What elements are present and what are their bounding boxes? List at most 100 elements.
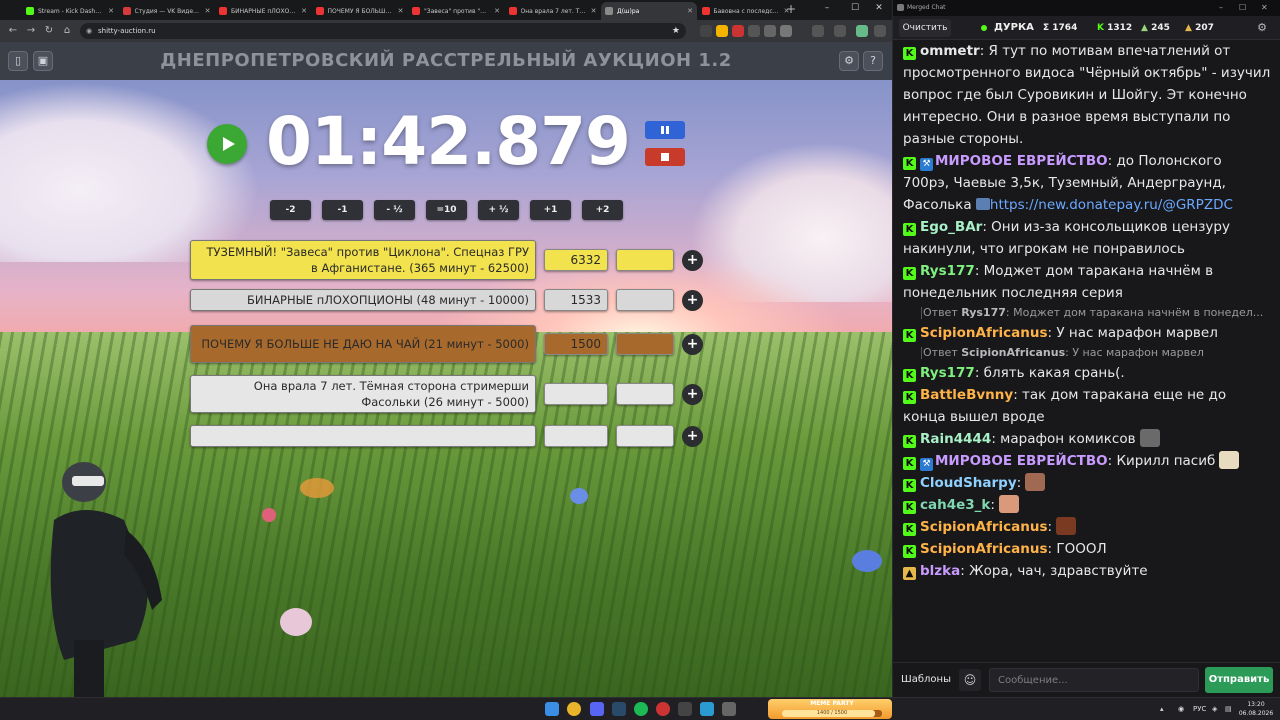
chat-link[interactable]: https://new.donatepay.ru/@GRPZDC xyxy=(990,197,1233,213)
extension-icon[interactable] xyxy=(748,25,760,37)
browser-tab[interactable]: Stream - Kick Dashbo... ✕ xyxy=(22,2,118,20)
tab-close-icon[interactable]: ✕ xyxy=(301,7,307,15)
browser-tab[interactable]: БИНАРНЫЕ пЛОХОП... ✕ xyxy=(215,2,311,20)
lot-add-button[interactable]: + xyxy=(682,333,703,355)
browser-tab[interactable]: Бавовна с последств... ✕ xyxy=(698,2,794,20)
telegram-taskbar-icon[interactable] xyxy=(700,702,714,716)
lot-amount-field[interactable]: 6332 xyxy=(544,249,608,271)
time-step-button[interactable]: =10 xyxy=(426,200,467,220)
chat-username[interactable]: blzka xyxy=(920,563,960,579)
browser-menu-icon[interactable] xyxy=(874,25,886,37)
browser-tab[interactable]: Она врала 7 лет. Тём... ✕ xyxy=(505,2,601,20)
forward-icon[interactable]: → xyxy=(24,24,38,38)
tab-close-icon[interactable]: ✕ xyxy=(398,7,404,15)
lot-amount-field[interactable] xyxy=(544,383,608,405)
browser-tab[interactable]: Д(ш)ра ✕ xyxy=(601,2,697,20)
chat-username[interactable]: Ego_BAr xyxy=(920,219,982,235)
lot-name-field[interactable] xyxy=(190,425,536,447)
lot-amount-field[interactable] xyxy=(544,425,608,447)
chrome-taskbar-icon[interactable] xyxy=(567,702,581,716)
time-step-button[interactable]: +2 xyxy=(582,200,623,220)
download-icon[interactable] xyxy=(812,25,824,37)
tray-chevron-icon[interactable]: ▴ xyxy=(1160,698,1164,720)
lot-name-field[interactable]: ПОЧЕМУ Я БОЛЬШЕ НЕ ДАЮ НА ЧАЙ (21 минут … xyxy=(190,325,536,363)
lot-name-field[interactable]: БИНАРНЫЕ пЛОХОПЦИОНЫ (48 минут - 10000) xyxy=(190,289,536,311)
chat-username[interactable]: ScipionAfricanus xyxy=(920,325,1048,341)
extension-icon[interactable] xyxy=(732,25,744,37)
tab-close-icon[interactable]: ✕ xyxy=(205,7,211,15)
app-taskbar-icon[interactable] xyxy=(722,702,736,716)
reply-username[interactable]: ScipionAfricanus xyxy=(961,346,1065,359)
lot-add-button[interactable]: + xyxy=(682,383,703,405)
lot-add-amount-field[interactable] xyxy=(616,333,674,355)
reload-icon[interactable]: ↻ xyxy=(42,24,56,38)
minimize-icon[interactable]: – xyxy=(820,3,834,13)
meme-party-widget[interactable]: MEME PARTY 1400 / 1500 xyxy=(768,699,892,719)
play-button[interactable] xyxy=(207,124,247,164)
chat-username[interactable]: cah4e3_k xyxy=(920,497,990,513)
wifi-icon[interactable]: ▤ xyxy=(1225,698,1232,720)
chat-username[interactable]: ommetr xyxy=(920,43,980,59)
lot-add-amount-field[interactable] xyxy=(616,289,674,311)
back-icon[interactable]: ← xyxy=(6,24,20,38)
browser-tab[interactable]: ПОЧЕМУ Я БОЛЬШЕ ... ✕ xyxy=(312,2,408,20)
tab-close-icon[interactable]: ✕ xyxy=(591,7,597,15)
chat-reply-context[interactable]: Ответ ScipionAfricanus: У нас марафон ма… xyxy=(903,344,1271,362)
chat-messages-list[interactable]: Kommetr: Я тут по мотивам впечатлений от… xyxy=(893,40,1280,662)
chat-username[interactable]: BattleBvnny xyxy=(920,387,1013,403)
url-field[interactable]: ◉ shitty-auction.ru ★ xyxy=(80,23,686,39)
time-step-button[interactable]: +1 xyxy=(530,200,571,220)
chat-reply-context[interactable]: Ответ Rys177: Моджет дом таракана начнём… xyxy=(903,304,1271,322)
site-info-icon[interactable]: ◉ xyxy=(86,27,94,35)
windows-start-icon[interactable] xyxy=(545,702,559,716)
time-step-button[interactable]: -2 xyxy=(270,200,311,220)
minimize-icon[interactable]: – xyxy=(1219,0,1223,16)
stop-button[interactable] xyxy=(645,148,685,166)
new-tab-button[interactable]: + xyxy=(784,2,798,16)
time-step-button[interactable]: + ½ xyxy=(478,200,519,220)
language-indicator[interactable]: РУС xyxy=(1193,698,1206,720)
lot-name-field[interactable]: ТУЗЕМНЫЙ! "Завеса" против "Циклона". Спе… xyxy=(190,240,536,280)
chat-username[interactable]: МИРОВОЕ ЕВРЕЙСТВО xyxy=(935,453,1108,469)
extension-icon[interactable] xyxy=(764,25,776,37)
reply-username[interactable]: Rys177 xyxy=(961,306,1006,319)
extension-icon[interactable] xyxy=(780,25,792,37)
pause-button[interactable] xyxy=(645,121,685,139)
message-input[interactable] xyxy=(989,668,1199,692)
chat-username[interactable]: МИРОВОЕ ЕВРЕЙСТВО xyxy=(935,153,1108,169)
lot-add-amount-field[interactable] xyxy=(616,249,674,271)
lot-amount-field[interactable]: 1500 xyxy=(544,333,608,355)
close-window-icon[interactable]: ✕ xyxy=(1261,0,1268,16)
maximize-icon[interactable]: ☐ xyxy=(1239,0,1246,16)
chat-username[interactable]: CloudSharpy xyxy=(920,475,1017,491)
bookmark-star-icon[interactable]: ★ xyxy=(672,23,680,39)
chat-username[interactable]: Rys177 xyxy=(920,365,975,381)
maximize-icon[interactable]: ☐ xyxy=(848,3,862,13)
send-button[interactable]: Отправить xyxy=(1205,667,1273,693)
lot-amount-field[interactable]: 1533 xyxy=(544,289,608,311)
chat-username[interactable]: Rain4444 xyxy=(920,431,991,447)
spotify-taskbar-icon[interactable] xyxy=(634,702,648,716)
time-step-button[interactable]: -1 xyxy=(322,200,363,220)
lot-add-amount-field[interactable] xyxy=(616,383,674,405)
app-taskbar-icon[interactable] xyxy=(656,702,670,716)
lot-add-button[interactable]: + xyxy=(682,289,703,311)
chat-username[interactable]: ScipionAfricanus xyxy=(920,541,1048,557)
discord-taskbar-icon[interactable] xyxy=(590,702,604,716)
close-window-icon[interactable]: ✕ xyxy=(872,3,886,13)
tab-close-icon[interactable]: ✕ xyxy=(687,7,693,15)
tab-close-icon[interactable]: ✕ xyxy=(108,7,114,15)
tab-close-icon[interactable]: ✕ xyxy=(494,7,500,15)
system-clock[interactable]: 13:20 06.08.2026 xyxy=(1238,700,1274,718)
chat-username[interactable]: ScipionAfricanus xyxy=(920,519,1048,535)
volume-icon[interactable]: ◈ xyxy=(1212,698,1217,720)
steam-taskbar-icon[interactable] xyxy=(612,702,626,716)
chat-username[interactable]: Rys177 xyxy=(920,263,975,279)
browser-tab[interactable]: "Завеса" против "Ци... ✕ xyxy=(408,2,504,20)
time-step-button[interactable]: - ½ xyxy=(374,200,415,220)
obs-taskbar-icon[interactable] xyxy=(678,702,692,716)
help-icon[interactable]: ? xyxy=(863,51,883,71)
home-icon[interactable]: ⌂ xyxy=(60,24,74,38)
network-icon[interactable]: ◉ xyxy=(1178,698,1184,720)
profile-avatar[interactable] xyxy=(856,25,868,37)
